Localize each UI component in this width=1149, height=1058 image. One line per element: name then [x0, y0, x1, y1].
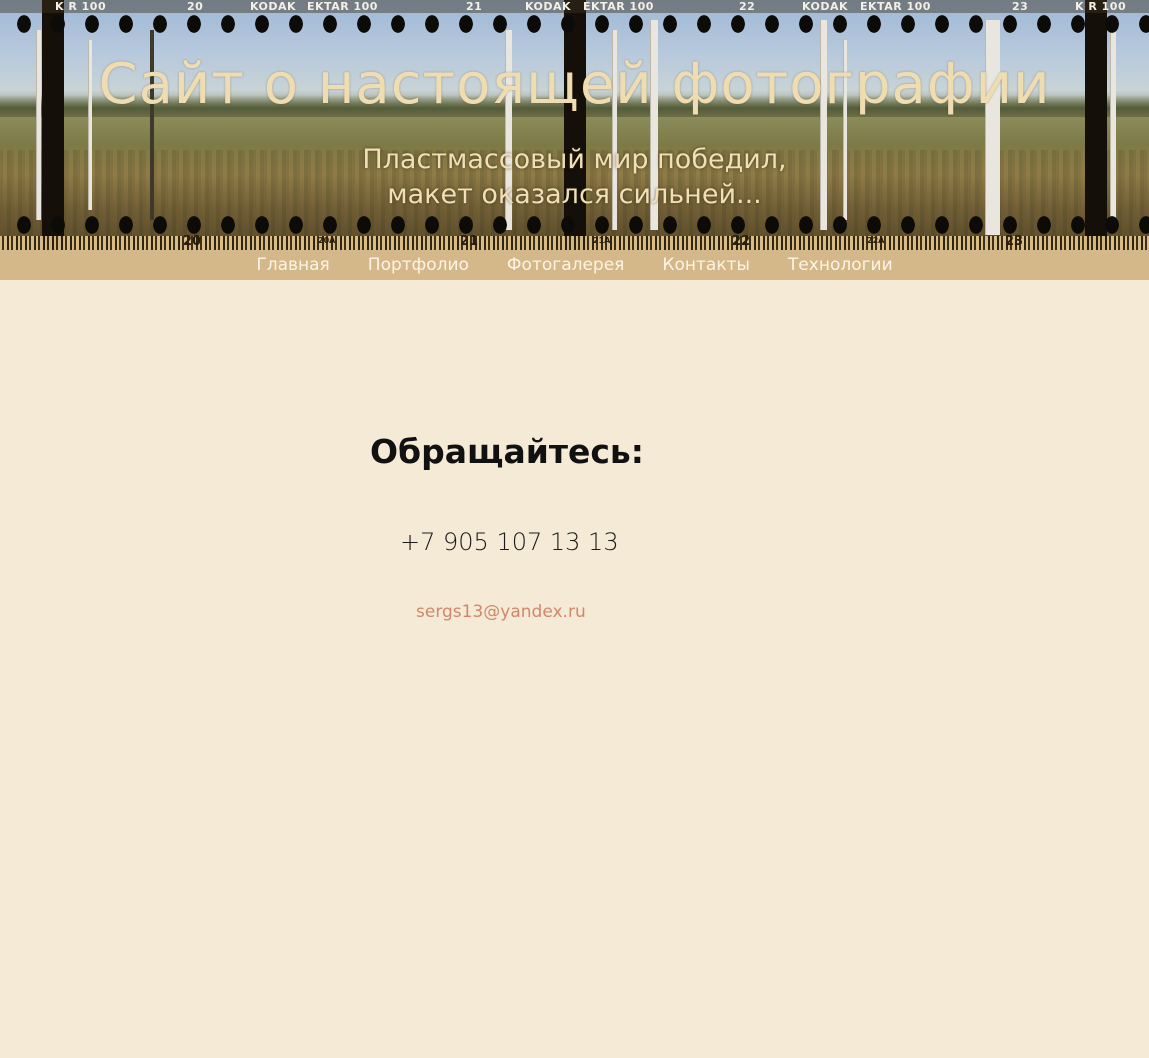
nav-item-technologies[interactable]: Технологии [788, 250, 893, 280]
header-banner: K R 100 20 KODAK EKTAR 100 21 KODAK EKTA… [0, 0, 1149, 250]
nav-item-portfolio[interactable]: Портфолио [368, 250, 469, 280]
film-frame-number: 21 [460, 234, 479, 249]
site-title: Сайт о настоящей фотографии [98, 52, 1051, 117]
film-edge-label: KODAK [525, 0, 572, 13]
film-edge-label: 22 [739, 0, 756, 13]
film-frame-number: 23 [1005, 234, 1024, 249]
page: K R 100 20 KODAK EKTAR 100 21 KODAK EKTA… [0, 0, 1149, 1058]
nav-item-home[interactable]: Главная [256, 250, 329, 280]
film-edge-label: 23 [1012, 0, 1029, 13]
film-edge-label: K R 100 [1075, 0, 1127, 13]
film-edge-label: KODAK [250, 0, 297, 13]
nav-item-contacts[interactable]: Контакты [662, 250, 750, 280]
film-edge-label: 21 [466, 0, 483, 13]
main-nav: Главная Портфолио Фотогалерея Контакты Т… [0, 250, 1149, 280]
film-edge-label: KODAK [802, 0, 849, 13]
site-subtitle: Пластмассовый мир победил, макет оказалс… [0, 142, 1149, 212]
film-frame-number: 22A [867, 236, 885, 245]
film-edge-label: K R 100 [55, 0, 107, 13]
site-subtitle-line-2: макет оказался сильней... [387, 179, 762, 210]
film-frame-number: 22 [732, 234, 751, 249]
contact-phone: +7 905 107 13 13 [400, 528, 619, 556]
film-frame-number: 21A [593, 236, 611, 245]
film-edge-label: 20 [187, 0, 204, 13]
film-frame-number: 20 [183, 234, 202, 249]
contacts-heading: Обращайтесь: [370, 432, 644, 471]
film-perforations-top [0, 13, 1149, 35]
film-perforations-bottom [0, 214, 1149, 236]
film-edge-label: EKTAR 100 [860, 0, 931, 13]
film-edge-label: EKTAR 100 [307, 0, 378, 13]
nav-item-photogallery[interactable]: Фотогалерея [507, 250, 625, 280]
film-edge-label: EKTAR 100 [583, 0, 654, 13]
film-frame-number: 20A [318, 236, 336, 245]
site-subtitle-line-1: Пластмассовый мир победил, [362, 144, 787, 175]
contact-email-link[interactable]: sergs13@yandex.ru [416, 602, 586, 622]
film-edge-strip [0, 236, 1149, 250]
